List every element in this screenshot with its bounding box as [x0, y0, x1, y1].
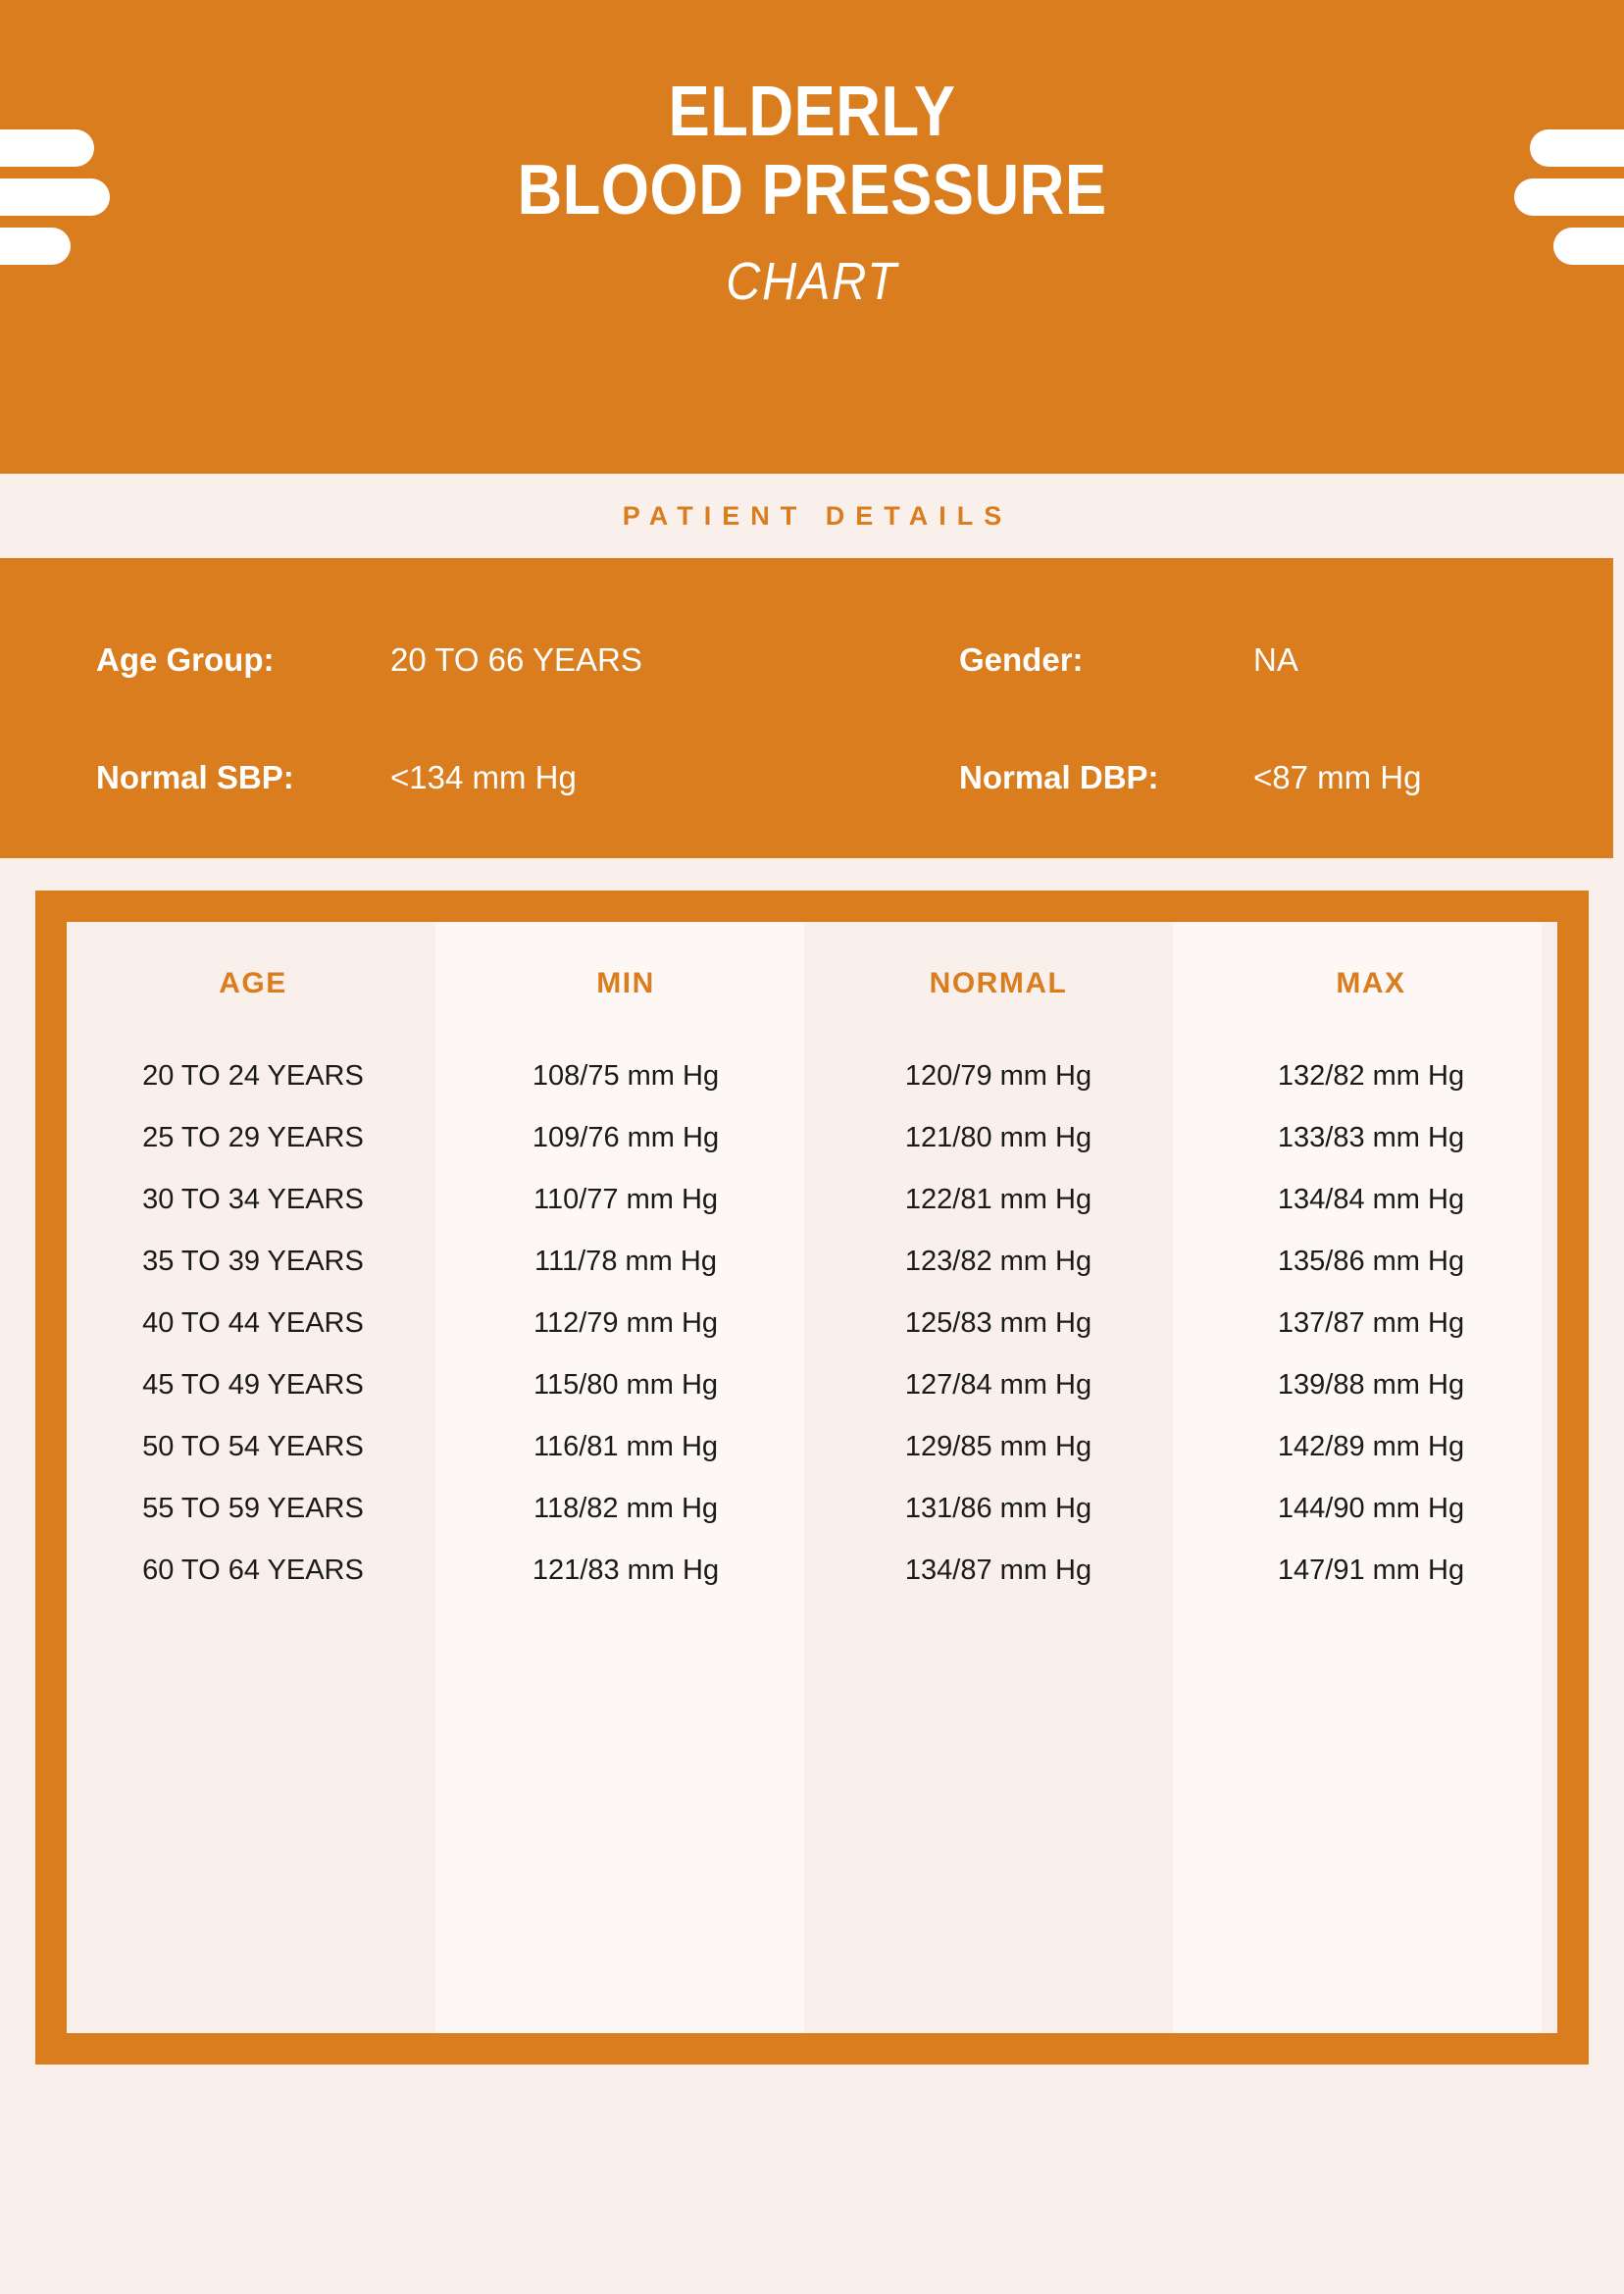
cell-normal: 131/86 mm Hg: [904, 1493, 1092, 1524]
cell-min: 112/79 mm Hg: [533, 1307, 719, 1339]
cell-max: 132/82 mm Hg: [1277, 1060, 1465, 1092]
patient-details-section-header: PATIENT DETAILS: [0, 474, 1624, 558]
cell-min: 118/82 mm Hg: [533, 1493, 719, 1524]
patient-details-grid: Age Group: 20 TO 66 YEARS Gender: NA Nor…: [0, 601, 1613, 837]
table-header-row: AGE MIN NORMAL MAX: [67, 922, 1557, 1045]
cell-min: 110/77 mm Hg: [533, 1184, 719, 1215]
page-subtitle: CHART: [726, 252, 898, 311]
page-title-line-2: BLOOD PRESSURE: [517, 151, 1107, 229]
cell-age: 45 TO 49 YEARS: [142, 1369, 364, 1401]
cell-normal: 127/84 mm Hg: [904, 1369, 1092, 1401]
normal-dbp-value: <87 mm Hg: [1253, 759, 1422, 795]
cell-age: 55 TO 59 YEARS: [142, 1493, 364, 1524]
cell-max: 142/89 mm Hg: [1277, 1431, 1465, 1462]
cell-min: 116/81 mm Hg: [533, 1431, 719, 1462]
cell-normal: 122/81 mm Hg: [904, 1184, 1092, 1215]
column-header-max: MAX: [1336, 967, 1406, 999]
table-row: 30 TO 34 YEARS 110/77 mm Hg 122/81 mm Hg 13…: [67, 1169, 1557, 1231]
normal-dbp-label: Normal DBP:: [959, 759, 1159, 795]
blood-pressure-table-container: AGE MIN NORMAL MAX 20 TO 24 YEARS 108/75 …: [67, 922, 1557, 2033]
cell-normal: 120/79 mm Hg: [904, 1060, 1092, 1092]
age-group-value: 20 TO 66 YEARS: [390, 641, 642, 678]
cell-age: 60 TO 64 YEARS: [142, 1555, 364, 1586]
cell-normal: 129/85 mm Hg: [904, 1431, 1092, 1462]
cell-age: 20 TO 24 YEARS: [142, 1060, 364, 1092]
page-header: ELDERLY BLOOD PRESSURE CHART: [0, 0, 1624, 474]
cell-min: 115/80 mm Hg: [533, 1369, 719, 1401]
normal-sbp-value: <134 mm Hg: [390, 759, 577, 795]
age-group-label: Age Group:: [96, 641, 275, 678]
table-head: AGE MIN NORMAL MAX: [67, 922, 1557, 1045]
cell-min: 108/75 mm Hg: [532, 1060, 720, 1092]
table-row: 40 TO 44 YEARS 112/79 mm Hg 125/83 mm Hg 13…: [67, 1293, 1557, 1354]
page-title-line-1: ELDERLY: [668, 73, 956, 151]
gender-value: NA: [1253, 641, 1298, 678]
gender-label: Gender:: [959, 641, 1084, 678]
patient-details-panel: Age Group: 20 TO 66 YEARS Gender: NA Nor…: [0, 558, 1613, 858]
cell-age: 35 TO 39 YEARS: [142, 1246, 364, 1277]
blood-pressure-table-card: AGE MIN NORMAL MAX 20 TO 24 YEARS 108/75 …: [35, 891, 1589, 2065]
cell-max: 134/84 mm Hg: [1277, 1184, 1465, 1215]
cell-max: 133/83 mm Hg: [1277, 1122, 1465, 1153]
cell-max: 137/87 mm Hg: [1277, 1307, 1465, 1339]
table-row: 35 TO 39 YEARS 111/78 mm Hg 123/82 mm Hg 13…: [67, 1231, 1557, 1293]
cell-min: 111/78 mm Hg: [534, 1246, 717, 1277]
normal-sbp-label: Normal SBP:: [96, 759, 294, 795]
cell-age: 25 TO 29 YEARS: [142, 1122, 364, 1153]
column-header-min: MIN: [596, 967, 655, 999]
patient-details-label: PATIENT DETAILS: [622, 500, 1013, 531]
cell-normal: 134/87 mm Hg: [904, 1555, 1092, 1586]
table-row: 45 TO 49 YEARS 115/80 mm Hg 127/84 mm Hg 13…: [67, 1354, 1557, 1416]
table-row: 20 TO 24 YEARS 108/75 mm Hg 120/79 mm Hg 13…: [67, 1045, 1557, 1107]
table-body: 20 TO 24 YEARS 108/75 mm Hg 120/79 mm Hg 13…: [67, 1045, 1557, 1602]
column-header-age: AGE: [219, 967, 287, 999]
page-title: ELDERLY BLOOD PRESSURE CHART: [0, 76, 1624, 308]
cell-min: 109/76 mm Hg: [532, 1122, 720, 1153]
cell-max: 147/91 mm Hg: [1277, 1555, 1465, 1586]
cell-normal: 125/83 mm Hg: [904, 1307, 1092, 1339]
column-header-normal: NORMAL: [929, 967, 1068, 999]
cell-age: 50 TO 54 YEARS: [142, 1431, 364, 1462]
cell-age: 40 TO 44 YEARS: [142, 1307, 364, 1339]
cell-normal: 121/80 mm Hg: [904, 1122, 1092, 1153]
cell-min: 121/83 mm Hg: [532, 1555, 720, 1586]
cell-max: 144/90 mm Hg: [1277, 1493, 1465, 1524]
table-row: 25 TO 29 YEARS 109/76 mm Hg 121/80 mm Hg 13…: [67, 1107, 1557, 1169]
table-row: 50 TO 54 YEARS 116/81 mm Hg 129/85 mm Hg 14…: [67, 1416, 1557, 1478]
cell-max: 135/86 mm Hg: [1277, 1246, 1465, 1277]
table-row: 60 TO 64 YEARS 121/83 mm Hg 134/87 mm Hg 14…: [67, 1540, 1557, 1602]
cell-max: 139/88 mm Hg: [1277, 1369, 1465, 1401]
cell-normal: 123/82 mm Hg: [904, 1246, 1092, 1277]
cell-age: 30 TO 34 YEARS: [142, 1184, 364, 1215]
blood-pressure-table: AGE MIN NORMAL MAX 20 TO 24 YEARS 108/75 …: [67, 922, 1557, 1602]
page-root: ELDERLY BLOOD PRESSURE CHART PATIENT DET…: [0, 0, 1624, 2294]
table-row: 55 TO 59 YEARS 118/82 mm Hg 131/86 mm Hg 14…: [67, 1478, 1557, 1540]
